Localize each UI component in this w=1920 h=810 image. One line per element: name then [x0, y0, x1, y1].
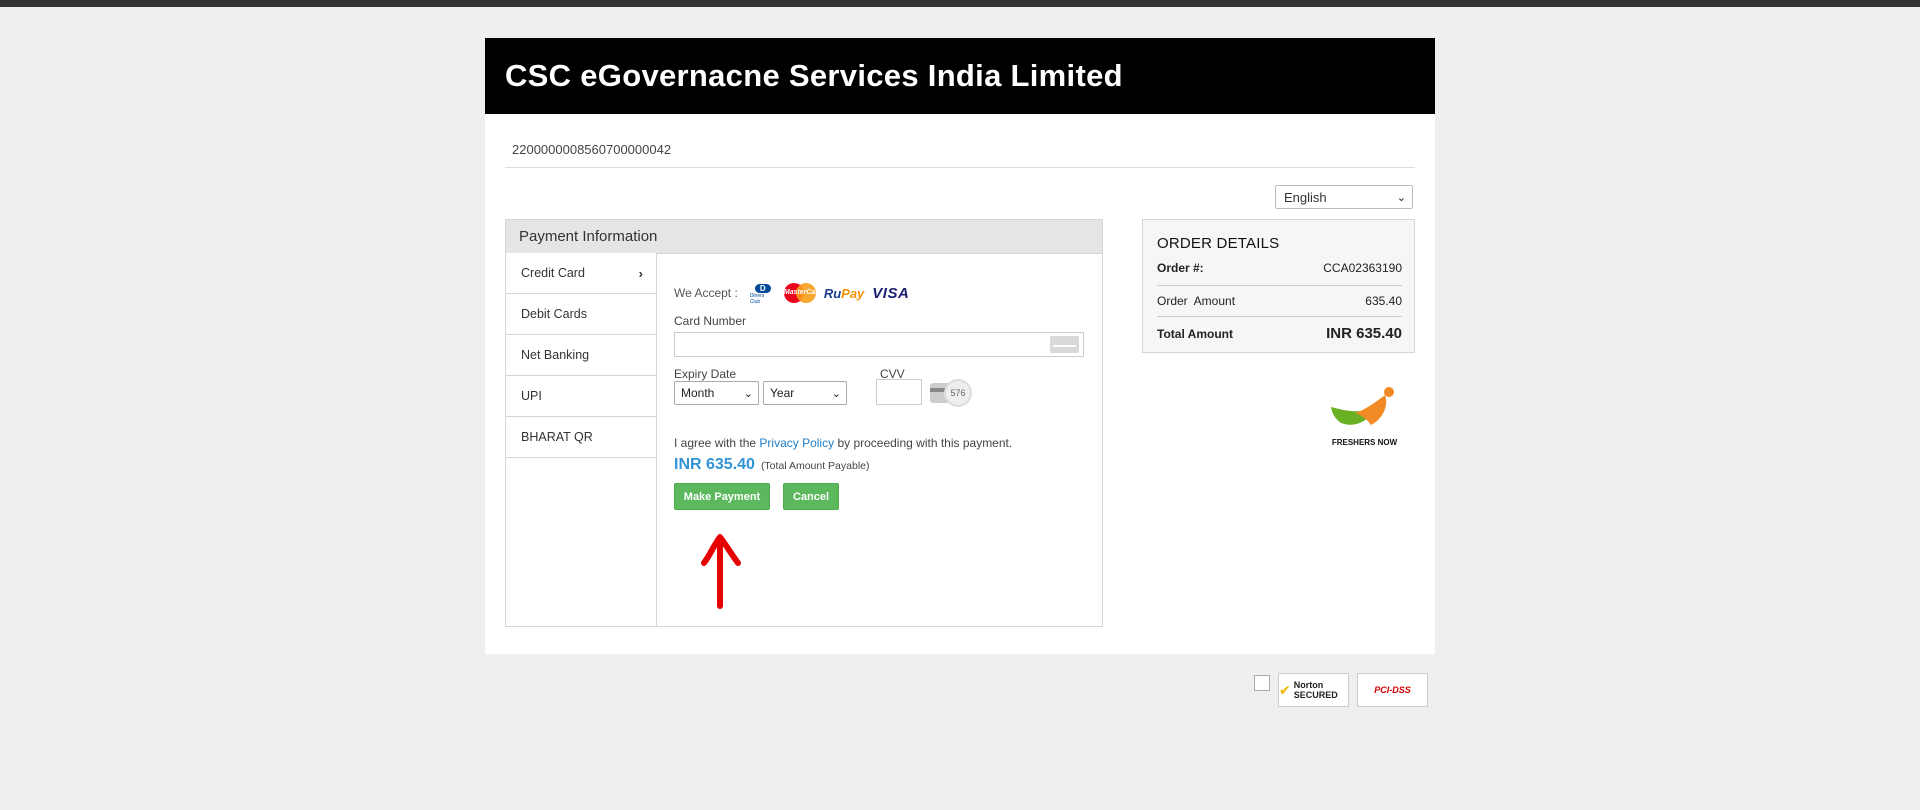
header-divider — [505, 167, 1415, 168]
visa-logo: VISA — [872, 284, 910, 302]
browser-top-bar — [0, 0, 1920, 7]
norton-secured-seal[interactable]: ✔ Norton SECURED — [1278, 673, 1349, 707]
payment-page-container: CSC eGovernacne Services India Limited 2… — [485, 38, 1435, 654]
order-number-row: Order #: CCA02363190 — [1157, 261, 1402, 281]
chevron-down-icon: ⌄ — [831, 387, 841, 400]
security-seals: ✔ Norton SECURED PCI-DSS — [1254, 673, 1428, 707]
rupay-text-ru: Ru — [823, 285, 842, 301]
order-amount-value: 635.40 — [1365, 294, 1402, 308]
card-number-input[interactable] — [674, 332, 1084, 357]
pci-dss-seal[interactable]: PCI-DSS — [1357, 673, 1428, 707]
mastercard-text: MasterCard — [783, 289, 823, 296]
tab-credit-card[interactable]: Credit Card › — [506, 253, 656, 294]
expiry-date-label: Expiry Date — [674, 367, 737, 381]
tab-label: UPI — [521, 389, 542, 403]
agree-suffix: by proceeding with this payment. — [837, 436, 1013, 450]
rupay-text-pay: Pay — [841, 285, 865, 301]
payable-amount: INR 635.40 (Total Amount Payable) — [674, 456, 870, 474]
tab-upi[interactable]: UPI — [506, 376, 656, 417]
tab-label: BHARAT QR — [521, 430, 593, 444]
order-details-title: ORDER DETAILS — [1157, 235, 1280, 252]
freshers-now-text: FRESHERS NOW — [1331, 438, 1398, 447]
payment-information-panel: Payment Information Credit Card › Debit … — [505, 219, 1103, 627]
card-logos: D Diners Club MasterCard RuPay VISA — [749, 283, 910, 305]
language-selected: English — [1284, 189, 1327, 205]
diners-club-text: Diners Club — [749, 293, 765, 305]
annotation-arrow-icon — [701, 534, 741, 609]
order-amount-label: Order Amount — [1157, 294, 1236, 308]
norton-text: Norton SECURED — [1293, 680, 1338, 700]
language-select[interactable]: English ⌄ — [1275, 185, 1413, 209]
cancel-button[interactable]: Cancel — [783, 483, 839, 510]
tab-label: Debit Cards — [521, 307, 587, 321]
payment-method-tabs: Credit Card › Debit Cards Net Banking UP… — [506, 253, 657, 626]
cvv-hint-text: 576 — [944, 379, 972, 407]
amount-value: INR 635.40 — [674, 456, 755, 473]
tab-label: Net Banking — [521, 348, 590, 362]
chevron-down-icon: ⌄ — [1396, 191, 1406, 204]
make-payment-button[interactable]: Make Payment — [674, 483, 770, 510]
terms-agreement: I agree with the Privacy Policy by proce… — [674, 436, 1012, 450]
order-details-panel: ORDER DETAILS Order #: CCA02363190 Order… — [1142, 219, 1415, 353]
cvv-hint-icon: 576 — [930, 379, 974, 407]
order-number-label: Order #: — [1157, 261, 1204, 275]
chevron-down-icon: ⌄ — [743, 387, 753, 400]
amount-note: (Total Amount Payable) — [760, 460, 870, 472]
mastercard-logo: MasterCard — [783, 283, 823, 303]
broken-image-icon — [1254, 675, 1270, 691]
card-number-label: Card Number — [674, 314, 747, 328]
agree-prefix: I agree with the — [674, 436, 757, 450]
diners-club-logo: D Diners Club — [749, 284, 776, 305]
freshers-now-logo: FRESHERS NOW — [1327, 385, 1402, 450]
year-value: Year — [770, 386, 795, 400]
checkmark-icon: ✔ — [1279, 681, 1291, 698]
cvv-input[interactable] — [876, 379, 922, 405]
tab-label: Credit Card — [521, 266, 585, 280]
expiry-month-select[interactable]: Month ⌄ — [674, 381, 759, 405]
payment-panel-title: Payment Information — [506, 220, 1102, 254]
tab-bharat-qr[interactable]: BHARAT QR — [506, 417, 656, 458]
tab-net-banking[interactable]: Net Banking — [506, 335, 656, 376]
freshers-now-icon — [1331, 387, 1394, 425]
accepted-cards: We Accept : D Diners Club MasterCard RuP… — [674, 283, 910, 305]
total-amount-value: INR 635.40 — [1326, 325, 1402, 342]
privacy-policy-link[interactable]: Privacy Policy — [759, 436, 834, 450]
order-amount-row: Order Amount 635.40 — [1157, 285, 1402, 308]
pci-text: PCI-DSS — [1374, 685, 1411, 695]
credit-card-form: We Accept : D Diners Club MasterCard RuP… — [674, 253, 1084, 626]
month-value: Month — [681, 386, 715, 400]
transaction-id: 2200000008560700000042 — [512, 142, 672, 157]
we-accept-label: We Accept : — [674, 286, 738, 300]
total-amount-row: Total Amount INR 635.40 — [1157, 316, 1402, 342]
tab-debit-cards[interactable]: Debit Cards — [506, 294, 656, 335]
rupay-logo: RuPay — [824, 286, 864, 301]
expiry-year-select[interactable]: Year ⌄ — [763, 381, 847, 405]
total-amount-label: Total Amount — [1157, 327, 1233, 341]
credit-card-icon — [1050, 336, 1079, 353]
order-number-value: CCA02363190 — [1323, 261, 1402, 275]
merchant-title: CSC eGovernacne Services India Limited — [505, 58, 1123, 93]
merchant-header: CSC eGovernacne Services India Limited — [485, 38, 1435, 114]
chevron-right-icon: › — [638, 265, 643, 281]
